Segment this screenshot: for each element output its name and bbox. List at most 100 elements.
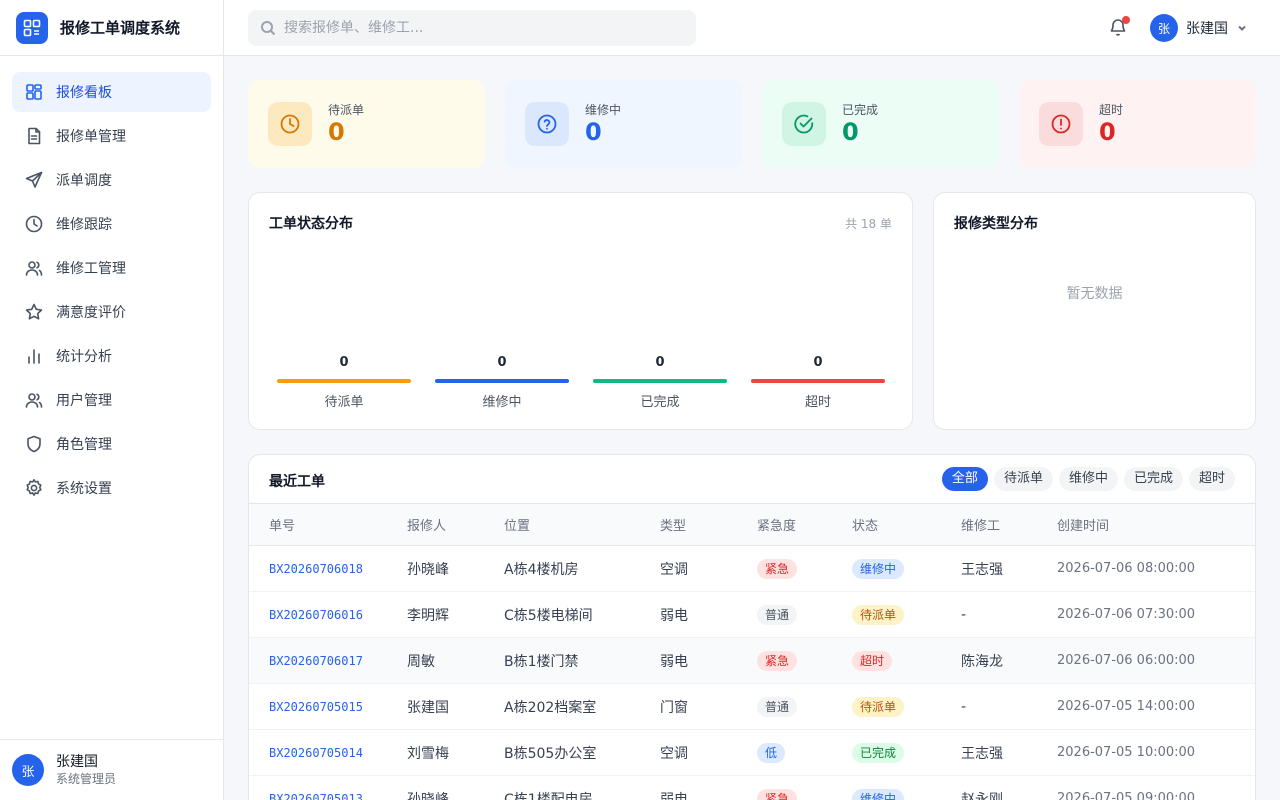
stat-card-in-progress[interactable]: 维修中 0 <box>505 80 742 168</box>
location-cell: C栋1楼配电房 <box>504 791 593 800</box>
avatar: 张 <box>12 754 44 786</box>
order-id-link[interactable]: BX20260706017 <box>249 638 407 684</box>
status-badge: 超时 <box>852 650 893 671</box>
bar-chart-icon <box>24 346 44 366</box>
urgency-cell: 紧急 <box>757 776 852 800</box>
bar-category-label: 维修中 <box>482 395 522 410</box>
reporter-cell: 刘雪梅 <box>407 745 449 762</box>
sidebar-item-orders[interactable]: 报修单管理 <box>12 116 211 156</box>
stat-card-overdue[interactable]: 超时 0 <box>1019 80 1256 168</box>
sidebar-item-label: 满意度评价 <box>56 305 126 321</box>
notification-badge <box>1122 16 1130 24</box>
stat-value: 0 <box>842 118 859 146</box>
order-id-link[interactable]: BX20260705014 <box>249 730 407 776</box>
star-icon <box>24 302 44 322</box>
type-distribution-panel: 报修类型分布 暂无数据 <box>933 192 1256 430</box>
table-header-row: 单号 报修人 位置 类型 紧急度 状态 维修工 创建时间 <box>249 503 1255 546</box>
panel-title: 工单状态分布 <box>269 216 353 232</box>
sidebar-user[interactable]: 张 张建国 系统管理员 <box>0 739 223 800</box>
sidebar: 报修工单调度系统 报修看板 报修单管理 派单调度 维修跟踪 维修工管理 满意度评价 统计分析… <box>0 0 224 800</box>
order-id-link[interactable]: BX20260706016 <box>249 592 407 638</box>
sidebar-item-users[interactable]: 用户管理 <box>12 380 211 420</box>
type-cell: 门窗 <box>660 699 688 716</box>
check-circle-icon <box>782 102 826 146</box>
sidebar-item-roles[interactable]: 角色管理 <box>12 424 211 464</box>
urgency-cell: 紧急 <box>757 638 852 684</box>
gear-icon <box>24 478 44 498</box>
worker-cell: - <box>961 698 967 715</box>
urgency-badge: 低 <box>757 742 786 763</box>
panel-title: 最近工单 <box>269 474 325 490</box>
sidebar-item-label: 系统设置 <box>56 481 112 497</box>
notification-button[interactable] <box>1108 16 1130 39</box>
shield-icon <box>24 434 44 454</box>
status-cell: 超时 <box>852 638 961 684</box>
table-row[interactable]: BX20260705015 张建国 A栋202档案室 门窗 普通 待派单 - 2026-07-… <box>249 684 1255 730</box>
search-box[interactable] <box>248 10 696 46</box>
order-id-link[interactable]: BX20260706018 <box>249 546 407 592</box>
column-header: 单号 <box>249 503 407 546</box>
sidebar-item-label: 维修工管理 <box>56 261 126 277</box>
sidebar-item-label: 派单调度 <box>56 173 112 189</box>
bar <box>751 379 885 383</box>
table-row[interactable]: BX20260705013 孙晓峰 C栋1楼配电房 弱电 紧急 维修中 赵永刚 2026-07… <box>249 776 1255 800</box>
filter-chip[interactable]: 待派单 <box>993 467 1053 491</box>
chevron-down-icon <box>1238 25 1246 31</box>
filter-chip[interactable]: 全部 <box>941 467 988 491</box>
bar-category-label: 已完成 <box>640 395 680 410</box>
top-header: 张 张建国 <box>224 0 1280 56</box>
table-row[interactable]: BX20260706017 周敏 B栋1楼门禁 弱电 紧急 超时 陈海龙 2026-07-06… <box>249 637 1255 684</box>
bar-category-label: 待派单 <box>324 395 364 410</box>
location-cell: B栋1楼门禁 <box>504 653 579 670</box>
bar-value-label: 0 <box>813 355 823 370</box>
user-menu[interactable]: 张 张建国 <box>1150 14 1248 42</box>
document-icon <box>24 126 44 146</box>
status-badge: 维修中 <box>852 558 905 579</box>
bar-value-label: 0 <box>497 355 507 370</box>
worker-cell: 陈海龙 <box>961 653 1003 670</box>
stat-label: 已完成 <box>842 103 879 117</box>
column-header: 维修工 <box>961 503 1057 546</box>
filter-chip[interactable]: 已完成 <box>1123 467 1183 491</box>
sidebar-item-dispatch[interactable]: 派单调度 <box>12 160 211 200</box>
clock-icon <box>24 214 44 234</box>
sidebar-item-tracking[interactable]: 维修跟踪 <box>12 204 211 244</box>
bar <box>277 379 411 383</box>
sidebar-item-label: 报修单管理 <box>56 129 126 145</box>
stat-label: 维修中 <box>585 103 622 117</box>
stat-card-pending[interactable]: 待派单 0 <box>248 80 485 168</box>
sidebar-item-settings[interactable]: 系统设置 <box>12 468 211 508</box>
type-cell: 空调 <box>660 561 688 578</box>
order-id-link[interactable]: BX20260705013 <box>249 776 407 800</box>
filter-chip[interactable]: 超时 <box>1188 467 1235 491</box>
table-row[interactable]: BX20260705014 刘雪梅 B栋505办公室 空调 低 已完成 王志强 2026-07… <box>249 730 1255 776</box>
sidebar-item-workers[interactable]: 维修工管理 <box>12 248 211 288</box>
help-circle-icon <box>525 102 569 146</box>
orders-table: 单号 报修人 位置 类型 紧急度 状态 维修工 创建时间 BX20260706018 孙晓峰 A栋… <box>249 503 1255 800</box>
header-user-name: 张建国 <box>1186 21 1228 37</box>
type-cell: 空调 <box>660 745 688 762</box>
sidebar-item-statistics[interactable]: 统计分析 <box>12 336 211 376</box>
order-id-link[interactable]: BX20260705015 <box>249 684 407 730</box>
bar <box>593 379 727 383</box>
type-cell: 弱电 <box>660 653 688 670</box>
column-header: 创建时间 <box>1057 503 1255 546</box>
stat-cards: 待派单 0 维修中 0 已完成 0 超时 0 <box>248 80 1256 168</box>
sidebar-item-dashboard[interactable]: 报修看板 <box>12 72 211 112</box>
urgency-badge: 紧急 <box>757 650 798 671</box>
worker-cell: 赵永刚 <box>961 791 1003 800</box>
sidebar-item-label: 统计分析 <box>56 349 112 365</box>
created-time-cell: 2026-07-05 14:00:00 <box>1057 699 1196 714</box>
table-row[interactable]: BX20260706016 李明辉 C栋5楼电梯间 弱电 普通 待派单 - 2026-07-0… <box>249 592 1255 638</box>
users-icon <box>24 390 44 410</box>
filter-chip[interactable]: 维修中 <box>1058 467 1118 491</box>
stat-card-completed[interactable]: 已完成 0 <box>762 80 999 168</box>
stat-label: 超时 <box>1099 103 1124 117</box>
bar-value-label: 0 <box>655 355 665 370</box>
status-cell: 维修中 <box>852 546 961 592</box>
search-input[interactable] <box>284 20 684 36</box>
created-time-cell: 2026-07-05 09:00:00 <box>1057 791 1196 800</box>
table-row[interactable]: BX20260706018 孙晓峰 A栋4楼机房 空调 紧急 维修中 王志强 2026-07-… <box>249 546 1255 592</box>
column-header: 报修人 <box>407 503 504 546</box>
sidebar-item-ratings[interactable]: 满意度评价 <box>12 292 211 332</box>
